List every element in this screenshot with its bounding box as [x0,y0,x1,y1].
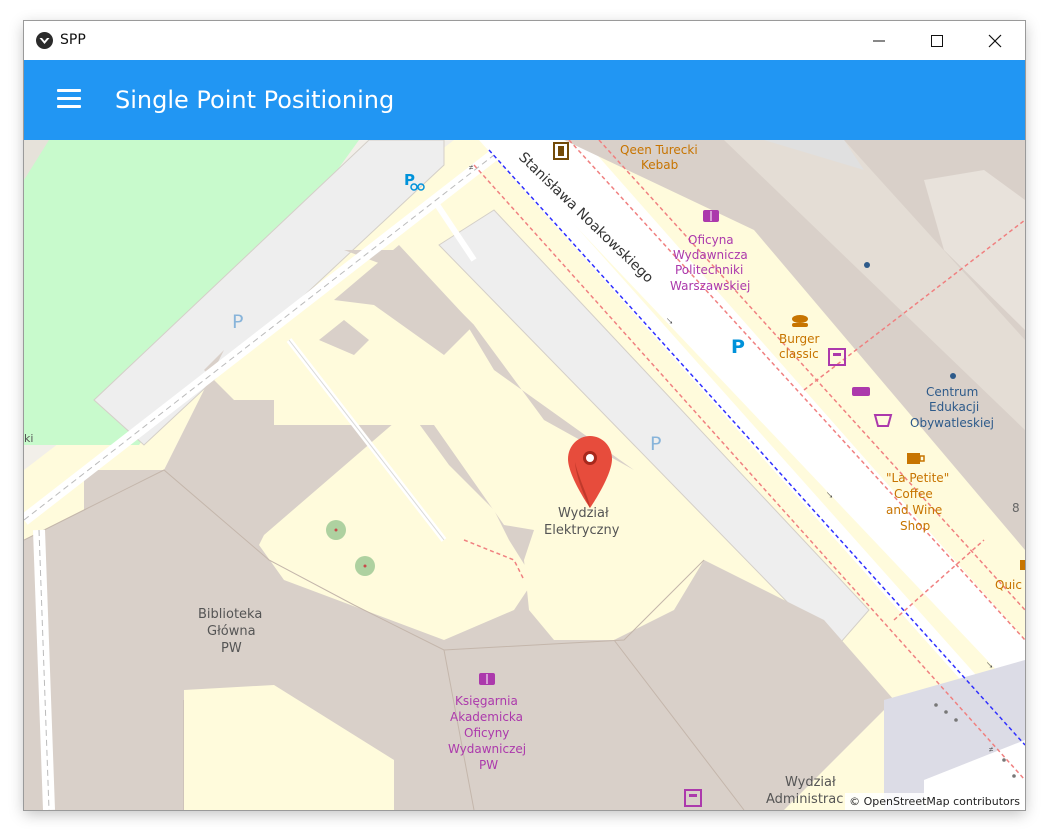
map-tiles: → → → ≠ ≠ [24,140,1025,810]
svg-text:≠: ≠ [469,163,474,172]
food-icon [1020,560,1025,570]
book-icon [479,673,495,685]
minimize-icon [873,40,885,41]
bakery-icon [852,387,870,396]
burger-icon [792,315,808,327]
maximize-button[interactable] [908,21,966,60]
app-logo-icon [36,32,53,49]
close-button[interactable] [966,21,1024,60]
app-window: SPP Single Point Positioning → → → ≠ ≠ S… [24,21,1025,810]
map-attribution: © OpenStreetMap contributors [845,793,1025,810]
svg-text:≠: ≠ [989,745,994,754]
hamburger-menu-icon[interactable] [57,89,81,109]
app-title: Single Point Positioning [115,86,395,114]
minimize-button[interactable] [850,21,908,60]
map-view[interactable]: → → → ≠ ≠ Stanisława Noakowskiego Qeen T… [24,140,1025,810]
maximize-icon [931,34,943,47]
close-icon [988,34,1002,47]
window-title: SPP [60,32,86,48]
app-bar: Single Point Positioning [24,60,1025,140]
window-titlebar: SPP [24,21,1025,60]
book-icon [703,210,719,222]
